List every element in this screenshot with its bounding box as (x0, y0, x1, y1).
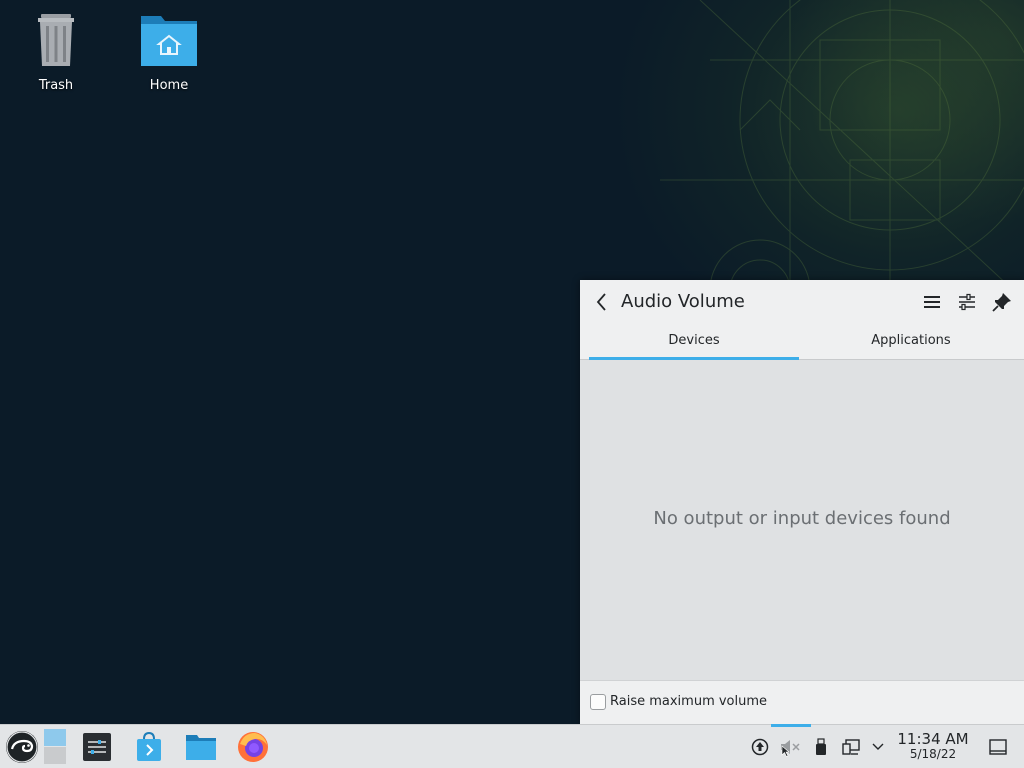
file-manager-icon (186, 735, 216, 760)
firefox-icon (238, 732, 268, 762)
back-button[interactable] (590, 290, 614, 314)
tab-bar: Devices Applications (580, 326, 1024, 360)
pin-button[interactable] (989, 289, 1015, 315)
audio-tray-active-indicator (771, 724, 811, 727)
home-folder-icon (137, 12, 201, 72)
popup-title: Audio Volume (621, 291, 745, 312)
application-launcher[interactable] (4, 729, 40, 765)
desktop-pager-icon (44, 729, 66, 764)
tab-devices[interactable]: Devices (589, 326, 799, 360)
desktop-icon-label: Home (149, 78, 189, 93)
show-desktop-icon (989, 739, 1007, 755)
desktop-icon-label: Trash (38, 78, 74, 93)
configure-button[interactable] (954, 289, 980, 315)
raise-max-volume-checkbox[interactable] (590, 694, 606, 710)
desktop-icon-home[interactable]: Home (129, 12, 209, 93)
opensuse-menu-icon (6, 731, 38, 763)
settings-icon (83, 733, 111, 761)
tab-applications[interactable]: Applications (799, 326, 1023, 360)
discover-launcher[interactable] (134, 731, 164, 763)
popup-header: Audio Volume Devices Applications (580, 280, 1024, 360)
sliders-icon (959, 293, 975, 311)
network-tray-item[interactable] (841, 737, 861, 757)
usb-device-icon (816, 738, 826, 755)
audio-muted-icon (781, 740, 800, 757)
clock-date[interactable]: 5/18/22 (896, 747, 970, 761)
firefox-launcher[interactable] (236, 730, 270, 764)
taskbar (0, 724, 1024, 768)
audio-volume-tray-item[interactable] (779, 737, 801, 757)
wallpaper-pattern (660, 0, 1024, 300)
show-desktop-button[interactable] (988, 737, 1008, 757)
expand-tray-button[interactable] (870, 739, 886, 755)
desktop-icon-trash[interactable]: Trash (16, 12, 96, 93)
usb-tray-item[interactable] (813, 737, 829, 757)
chevron-down-icon (872, 743, 884, 750)
dolphin-launcher[interactable] (185, 732, 217, 762)
hamburger-icon (924, 296, 940, 308)
updates-icon (751, 738, 769, 756)
empty-devices-message: No output or input devices found (653, 508, 951, 529)
popup-footer: Raise maximum volume (580, 680, 1024, 724)
updates-tray-item[interactable] (751, 738, 769, 756)
menu-button[interactable] (919, 289, 945, 315)
clock-time[interactable]: 11:34 AM (896, 730, 970, 748)
desktop-pager[interactable] (43, 728, 67, 766)
system-settings-launcher[interactable] (82, 732, 112, 762)
raise-max-volume-label[interactable]: Raise maximum volume (610, 694, 767, 709)
trash-icon (24, 12, 88, 72)
software-store-icon (137, 731, 161, 761)
chevron-left-icon (596, 293, 606, 311)
network-icon (842, 739, 860, 755)
pin-icon (992, 293, 1011, 312)
audio-volume-popup: Audio Volume Devices Applications No out… (580, 280, 1024, 724)
